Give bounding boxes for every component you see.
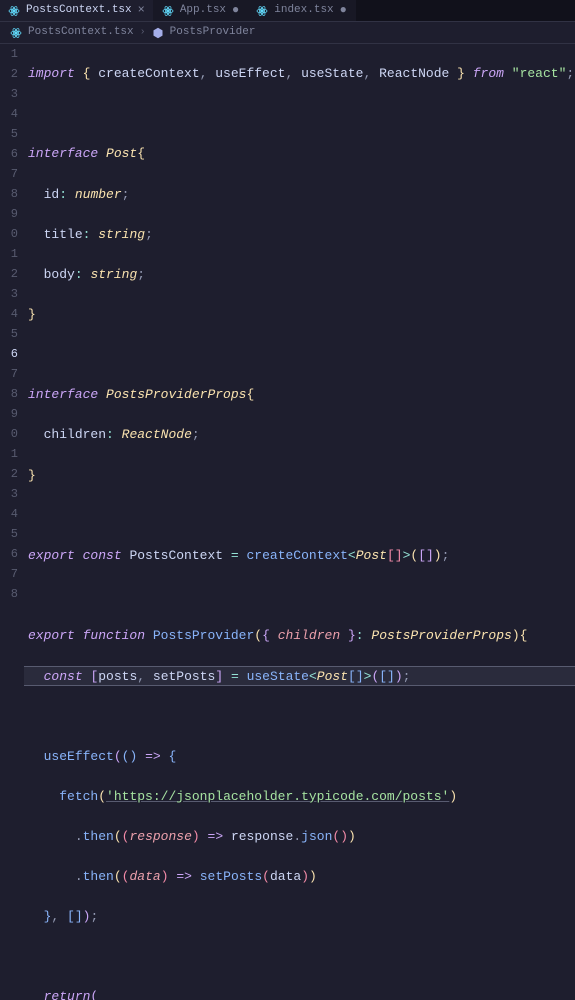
modified-dot-icon[interactable]: ● [232,1,239,20]
react-icon [256,5,268,17]
tab-app[interactable]: App.tsx ● [154,0,248,21]
tab-label: index.tsx [274,2,333,19]
breadcrumb: PostsContext.tsx › PostsProvider [0,22,575,44]
breadcrumb-symbol[interactable]: PostsProvider [170,24,256,41]
chevron-right-icon: › [140,25,146,41]
tab-index[interactable]: index.tsx ● [248,0,356,21]
tab-label: App.tsx [180,2,226,19]
tab-postscontext[interactable]: PostsContext.tsx × [0,0,154,21]
code-editor[interactable]: 1234567890123456789012345678 import { cr… [0,44,575,500]
symbol-method-icon [152,27,164,39]
react-icon [10,27,22,39]
tab-label: PostsContext.tsx [26,2,132,19]
code-area[interactable]: import { createContext, useEffect, useSt… [24,44,575,500]
close-icon[interactable]: × [138,1,145,20]
tab-bar: PostsContext.tsx × App.tsx ● index.tsx ● [0,0,575,22]
line-gutter: 1234567890123456789012345678 [0,44,24,500]
react-icon [162,5,174,17]
modified-dot-icon[interactable]: ● [340,1,347,20]
react-icon [8,5,20,17]
breadcrumb-file[interactable]: PostsContext.tsx [28,24,134,41]
